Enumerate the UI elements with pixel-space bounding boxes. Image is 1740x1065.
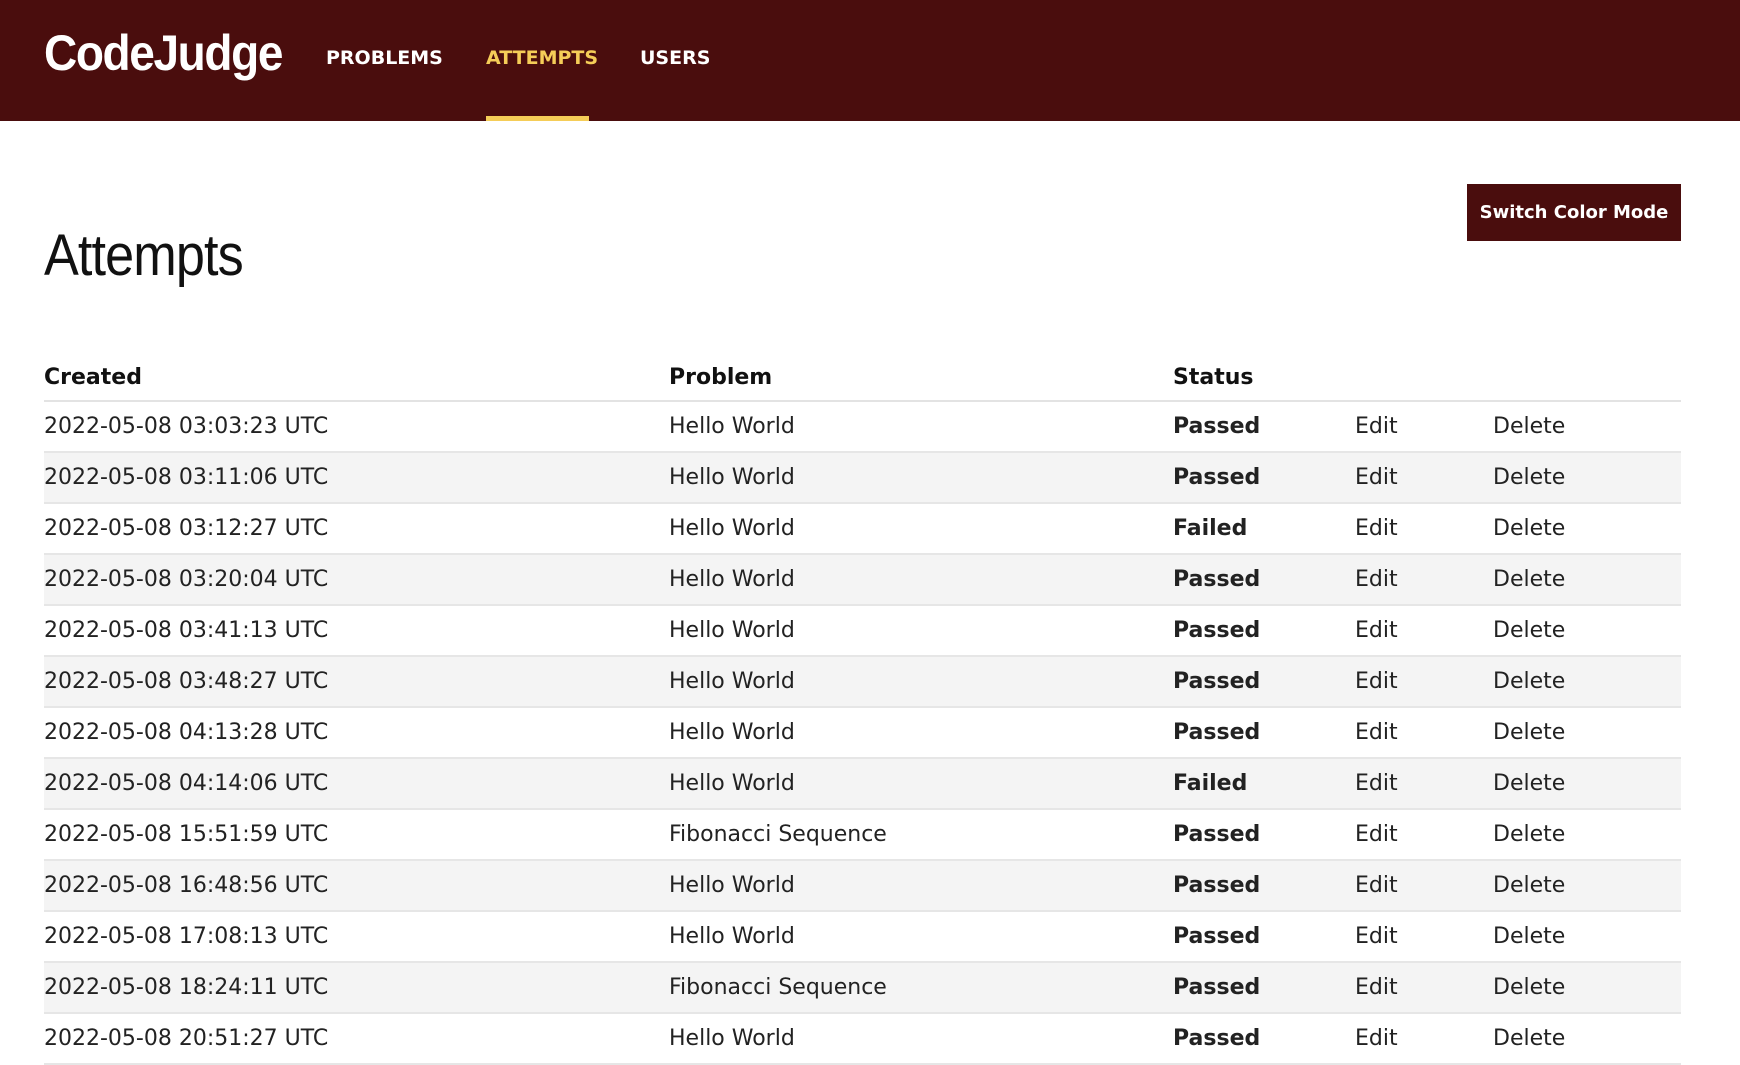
delete-link[interactable]: Delete bbox=[1493, 605, 1681, 657]
edit-link[interactable]: Edit bbox=[1355, 452, 1493, 504]
cell-created: 2022-05-08 17:08:13 UTC bbox=[44, 911, 669, 963]
table-row: 2022-05-08 20:51:27 UTC Hello World Passed… bbox=[44, 1013, 1681, 1065]
table-row: 2022-05-08 04:13:28 UTC Hello World Passed… bbox=[44, 707, 1681, 759]
cell-created: 2022-05-08 03:41:13 UTC bbox=[44, 605, 669, 657]
cell-problem: Fibonacci Sequence bbox=[669, 962, 1173, 1014]
nav-attempts[interactable]: ATTEMPTS bbox=[486, 0, 598, 121]
status-badge: Passed bbox=[1173, 1013, 1355, 1065]
status-badge: Passed bbox=[1173, 911, 1355, 963]
cell-problem: Hello World bbox=[669, 452, 1173, 504]
cell-problem: Hello World bbox=[669, 911, 1173, 963]
cell-problem: Hello World bbox=[669, 707, 1173, 759]
cell-problem: Hello World bbox=[669, 656, 1173, 708]
delete-link[interactable]: Delete bbox=[1493, 860, 1681, 912]
table-row: 2022-05-08 17:08:13 UTC Hello World Passed… bbox=[44, 911, 1681, 963]
cell-problem: Hello World bbox=[669, 554, 1173, 606]
cell-created: 2022-05-08 04:14:06 UTC bbox=[44, 758, 669, 810]
status-badge: Passed bbox=[1173, 809, 1355, 861]
delete-link[interactable]: Delete bbox=[1493, 707, 1681, 759]
table-row: 2022-05-08 04:14:06 UTC Hello World Failed… bbox=[44, 758, 1681, 810]
cell-created: 2022-05-08 20:51:27 UTC bbox=[44, 1013, 669, 1065]
delete-link[interactable]: Delete bbox=[1493, 401, 1681, 453]
column-header-problem: Problem bbox=[669, 355, 1173, 402]
nav-users[interactable]: USERS bbox=[640, 0, 710, 121]
table-row: 2022-05-08 03:48:27 UTC Hello World Passed… bbox=[44, 656, 1681, 708]
cell-problem: Hello World bbox=[669, 605, 1173, 657]
edit-link[interactable]: Edit bbox=[1355, 401, 1493, 453]
delete-link[interactable]: Delete bbox=[1493, 911, 1681, 963]
edit-link[interactable]: Edit bbox=[1355, 758, 1493, 810]
cell-created: 2022-05-08 03:03:23 UTC bbox=[44, 401, 669, 453]
cell-problem: Hello World bbox=[669, 758, 1173, 810]
delete-link[interactable]: Delete bbox=[1493, 962, 1681, 1014]
brand-logo[interactable]: CodeJudge bbox=[44, 24, 283, 82]
table-row: 2022-05-08 03:03:23 UTC Hello World Passed… bbox=[44, 401, 1681, 453]
delete-link[interactable]: Delete bbox=[1493, 656, 1681, 708]
status-badge: Failed bbox=[1173, 758, 1355, 810]
edit-link[interactable]: Edit bbox=[1355, 1013, 1493, 1065]
top-navbar: CodeJudge PROBLEMS ATTEMPTS USERS bbox=[0, 0, 1740, 121]
table-row: 2022-05-08 03:41:13 UTC Hello World Passed… bbox=[44, 605, 1681, 657]
delete-link[interactable]: Delete bbox=[1493, 554, 1681, 606]
delete-link[interactable]: Delete bbox=[1493, 1013, 1681, 1065]
cell-created: 2022-05-08 03:20:04 UTC bbox=[44, 554, 669, 606]
cell-problem: Hello World bbox=[669, 503, 1173, 555]
status-badge: Passed bbox=[1173, 707, 1355, 759]
edit-link[interactable]: Edit bbox=[1355, 809, 1493, 861]
cell-created: 2022-05-08 04:13:28 UTC bbox=[44, 707, 669, 759]
status-badge: Passed bbox=[1173, 860, 1355, 912]
status-badge: Passed bbox=[1173, 656, 1355, 708]
edit-link[interactable]: Edit bbox=[1355, 605, 1493, 657]
status-badge: Passed bbox=[1173, 962, 1355, 1014]
status-badge: Passed bbox=[1173, 554, 1355, 606]
delete-link[interactable]: Delete bbox=[1493, 503, 1681, 555]
cell-problem: Fibonacci Sequence bbox=[669, 809, 1173, 861]
table-row: 2022-05-08 16:48:56 UTC Hello World Passed… bbox=[44, 860, 1681, 912]
cell-created: 2022-05-08 03:12:27 UTC bbox=[44, 503, 669, 555]
cell-created: 2022-05-08 15:51:59 UTC bbox=[44, 809, 669, 861]
cell-created: 2022-05-08 03:48:27 UTC bbox=[44, 656, 669, 708]
edit-link[interactable]: Edit bbox=[1355, 656, 1493, 708]
status-badge: Passed bbox=[1173, 452, 1355, 504]
column-header-status: Status bbox=[1173, 355, 1355, 402]
table-row: 2022-05-08 03:20:04 UTC Hello World Passed… bbox=[44, 554, 1681, 606]
delete-link[interactable]: Delete bbox=[1493, 809, 1681, 861]
status-badge: Passed bbox=[1173, 401, 1355, 453]
column-header-delete bbox=[1493, 355, 1681, 402]
page-title: Attempts bbox=[44, 223, 244, 288]
edit-link[interactable]: Edit bbox=[1355, 911, 1493, 963]
status-badge: Failed bbox=[1173, 503, 1355, 555]
edit-link[interactable]: Edit bbox=[1355, 503, 1493, 555]
cell-created: 2022-05-08 18:24:11 UTC bbox=[44, 962, 669, 1014]
table-row: 2022-05-08 18:24:11 UTC Fibonacci Sequenc… bbox=[44, 962, 1681, 1014]
status-badge: Passed bbox=[1173, 605, 1355, 657]
edit-link[interactable]: Edit bbox=[1355, 554, 1493, 606]
cell-problem: Hello World bbox=[669, 401, 1173, 453]
column-header-edit bbox=[1355, 355, 1493, 402]
edit-link[interactable]: Edit bbox=[1355, 860, 1493, 912]
table-row: 2022-05-08 03:11:06 UTC Hello World Passed… bbox=[44, 452, 1681, 504]
edit-link[interactable]: Edit bbox=[1355, 962, 1493, 1014]
cell-created: 2022-05-08 16:48:56 UTC bbox=[44, 860, 669, 912]
cell-problem: Hello World bbox=[669, 860, 1173, 912]
column-header-created: Created bbox=[44, 355, 669, 402]
attempts-table: Created Problem Status 2022-05-08 03:03:… bbox=[44, 355, 1681, 1065]
table-row: 2022-05-08 03:12:27 UTC Hello World Failed… bbox=[44, 503, 1681, 555]
edit-link[interactable]: Edit bbox=[1355, 707, 1493, 759]
table-row: 2022-05-08 15:51:59 UTC Fibonacci Sequenc… bbox=[44, 809, 1681, 861]
delete-link[interactable]: Delete bbox=[1493, 452, 1681, 504]
cell-created: 2022-05-08 03:11:06 UTC bbox=[44, 452, 669, 504]
nav-problems[interactable]: PROBLEMS bbox=[326, 0, 443, 121]
delete-link[interactable]: Delete bbox=[1493, 758, 1681, 810]
attempts-table-body: 2022-05-08 03:03:23 UTC Hello World Passed… bbox=[44, 401, 1681, 1065]
switch-color-mode-button[interactable]: Switch Color Mode bbox=[1467, 184, 1681, 241]
table-header-row: Created Problem Status bbox=[44, 355, 1681, 402]
cell-problem: Hello World bbox=[669, 1013, 1173, 1065]
